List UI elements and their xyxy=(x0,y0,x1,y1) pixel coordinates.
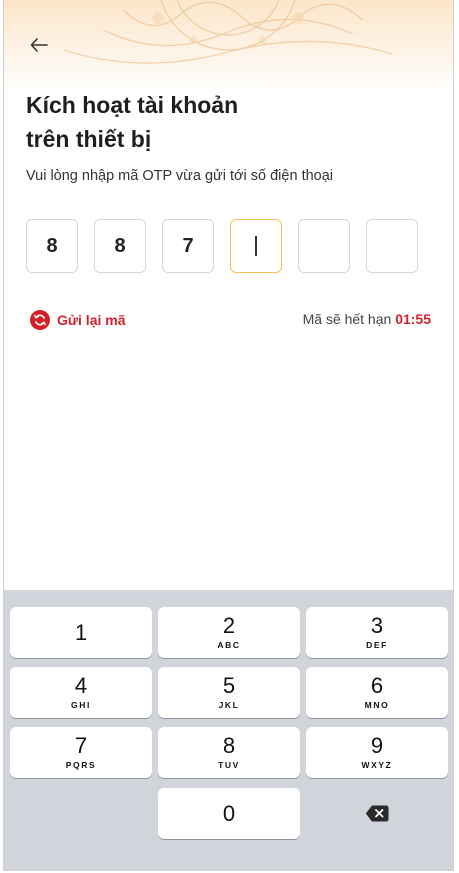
key-number: 3 xyxy=(370,613,384,638)
delete-key[interactable] xyxy=(306,788,448,839)
expiry-notice: Mã sẽ hết hạn 01:55 xyxy=(303,311,431,327)
resend-code-label: Gửi lại mã xyxy=(57,312,126,328)
key-5[interactable]: 5 JKL xyxy=(158,667,300,718)
key-number: 7 xyxy=(74,733,88,758)
app-screen: Kích hoạt tài khoản trên thiết bị Vui lò… xyxy=(3,0,454,871)
key-letters: PQRS xyxy=(65,760,97,770)
arrow-left-icon xyxy=(30,38,48,52)
header-banner xyxy=(4,0,453,95)
instruction-text: Vui lòng nhập mã OTP vừa gửi tới số điện… xyxy=(26,168,334,184)
otp-digit-3[interactable]: 7 xyxy=(162,219,214,273)
backspace-icon xyxy=(365,805,389,822)
key-letters: TUV xyxy=(218,760,240,770)
key-letters: ABC xyxy=(217,640,241,650)
title-line-2: trên thiết bị xyxy=(26,126,152,152)
key-number: 1 xyxy=(74,619,88,645)
key-number: 2 xyxy=(222,613,236,638)
key-number: 4 xyxy=(74,673,88,698)
key-number: 5 xyxy=(222,673,236,698)
key-number: 9 xyxy=(370,733,384,758)
key-4[interactable]: 4 GHI xyxy=(10,667,152,718)
key-2[interactable]: 2 ABC xyxy=(158,607,300,658)
expiry-label: Mã sẽ hết hạn xyxy=(302,311,392,327)
otp-digit-1[interactable]: 8 xyxy=(26,219,78,273)
key-letters: GHI xyxy=(71,700,91,710)
key-1[interactable]: 1 xyxy=(10,607,152,658)
otp-digit-4[interactable] xyxy=(230,219,282,273)
otp-input-group: 8 8 7 xyxy=(26,219,436,275)
refresh-icon xyxy=(30,310,50,330)
key-letters: DEF xyxy=(366,640,388,650)
decorative-pattern xyxy=(63,0,393,64)
page-title: Kích hoạt tài khoản trên thiết bị xyxy=(26,88,426,156)
key-0[interactable]: 0 xyxy=(158,788,300,839)
otp-digit-6[interactable] xyxy=(366,219,418,273)
text-cursor xyxy=(255,236,257,256)
key-7[interactable]: 7 PQRS xyxy=(10,727,152,778)
key-number: 8 xyxy=(222,733,236,758)
otp-digit-5[interactable] xyxy=(298,219,350,273)
resend-code-button[interactable]: Gửi lại mã xyxy=(30,310,126,330)
otp-digit-2[interactable]: 8 xyxy=(94,219,146,273)
title-line-1: Kích hoạt tài khoản xyxy=(26,92,239,118)
key-number: 0 xyxy=(222,800,236,826)
key-6[interactable]: 6 MNO xyxy=(306,667,448,718)
key-3[interactable]: 3 DEF xyxy=(306,607,448,658)
numeric-keypad: 1 2 ABC 3 DEF 4 GHI 5 JKL 6 MNO 7 PQRS 8… xyxy=(4,590,453,870)
key-number: 6 xyxy=(370,673,384,698)
expiry-countdown: 01:55 xyxy=(395,311,431,327)
key-9[interactable]: 9 WXYZ xyxy=(306,727,448,778)
key-letters: JKL xyxy=(218,700,240,710)
key-8[interactable]: 8 TUV xyxy=(158,727,300,778)
key-letters: MNO xyxy=(364,700,390,710)
back-button[interactable] xyxy=(26,32,52,58)
key-letters: WXYZ xyxy=(361,760,393,770)
